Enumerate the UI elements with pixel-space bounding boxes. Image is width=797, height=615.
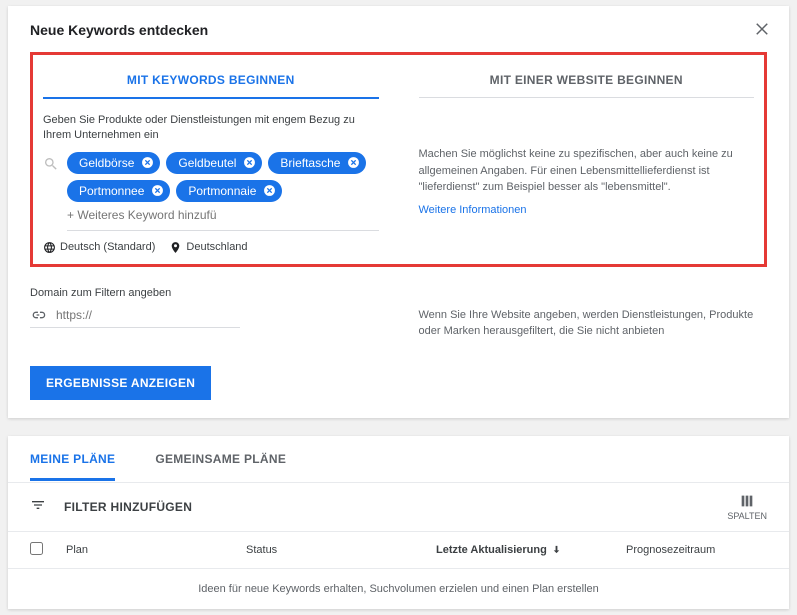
modal-title: Neue Keywords entdecken [30, 22, 767, 38]
arrow-down-icon [551, 544, 562, 555]
col-plan[interactable]: Plan [66, 544, 246, 556]
select-all-checkbox[interactable] [30, 542, 43, 555]
filter-icon[interactable] [30, 497, 46, 516]
col-last-update[interactable]: Letzte Aktualisierung [436, 544, 626, 556]
tab-my-plans[interactable]: MEINE PLÄNE [30, 436, 115, 481]
discover-keywords-modal: Neue Keywords entdecken MIT KEYWORDS BEG… [8, 6, 789, 418]
close-icon[interactable] [753, 20, 771, 41]
table-header: Plan Status Letzte Aktualisierung Progno… [8, 532, 789, 569]
more-info-link[interactable]: Weitere Informationen [419, 202, 527, 219]
tab-start-with-keywords[interactable]: MIT KEYWORDS BEGINNEN [43, 63, 379, 99]
keyword-chip[interactable]: Portmonnee [67, 180, 170, 202]
empty-state-text: Ideen für neue Keywords erhalten, Suchvo… [8, 569, 789, 609]
language-selector[interactable]: Deutsch (Standard) [43, 241, 155, 254]
col-status[interactable]: Status [246, 544, 436, 556]
tab-start-with-website[interactable]: MIT EINER WEBSITE BEGINNEN [419, 63, 755, 98]
remove-chip-icon[interactable] [140, 156, 154, 170]
add-keyword-input[interactable]: + Weiteres Keyword hinzufü [67, 208, 217, 222]
remove-chip-icon[interactable] [262, 184, 276, 198]
columns-icon [739, 493, 755, 509]
remove-chip-icon[interactable] [346, 156, 360, 170]
domain-input[interactable] [56, 308, 240, 322]
plans-panel: MEINE PLÄNE GEMEINSAME PLÄNE FILTER HINZ… [8, 436, 789, 609]
add-filter-button[interactable]: FILTER HINZUFÜGEN [64, 500, 727, 514]
link-icon [30, 307, 46, 323]
globe-icon [43, 241, 56, 254]
remove-chip-icon[interactable] [150, 184, 164, 198]
keyword-chips[interactable]: Geldbörse Geldbeutel Brieftasche Portmon… [67, 152, 379, 231]
tips-text: Machen Sie möglichst keine zu spezifisch… [419, 146, 755, 218]
show-results-button[interactable]: ERGEBNISSE ANZEIGEN [30, 366, 211, 400]
location-selector[interactable]: Deutschland [169, 241, 247, 254]
columns-button[interactable]: SPALTEN [727, 493, 767, 521]
keyword-chip[interactable]: Geldbeutel [166, 152, 262, 174]
remove-chip-icon[interactable] [242, 156, 256, 170]
keyword-chip[interactable]: Portmonnaie [176, 180, 282, 202]
keyword-chip[interactable]: Geldbörse [67, 152, 160, 174]
keyword-chip[interactable]: Brieftasche [268, 152, 366, 174]
tab-shared-plans[interactable]: GEMEINSAME PLÄNE [155, 436, 286, 481]
search-icon [43, 152, 59, 175]
keyword-instructions: Geben Sie Produkte oder Dienstleistungen… [43, 113, 379, 144]
highlight-box: MIT KEYWORDS BEGINNEN Geben Sie Produkte… [30, 52, 767, 267]
domain-help-text: Wenn Sie Ihre Website angeben, werden Di… [419, 287, 768, 340]
col-forecast-period[interactable]: Prognosezeitraum [626, 544, 767, 556]
domain-label: Domain zum Filtern angeben [30, 287, 379, 299]
location-icon [169, 241, 182, 254]
